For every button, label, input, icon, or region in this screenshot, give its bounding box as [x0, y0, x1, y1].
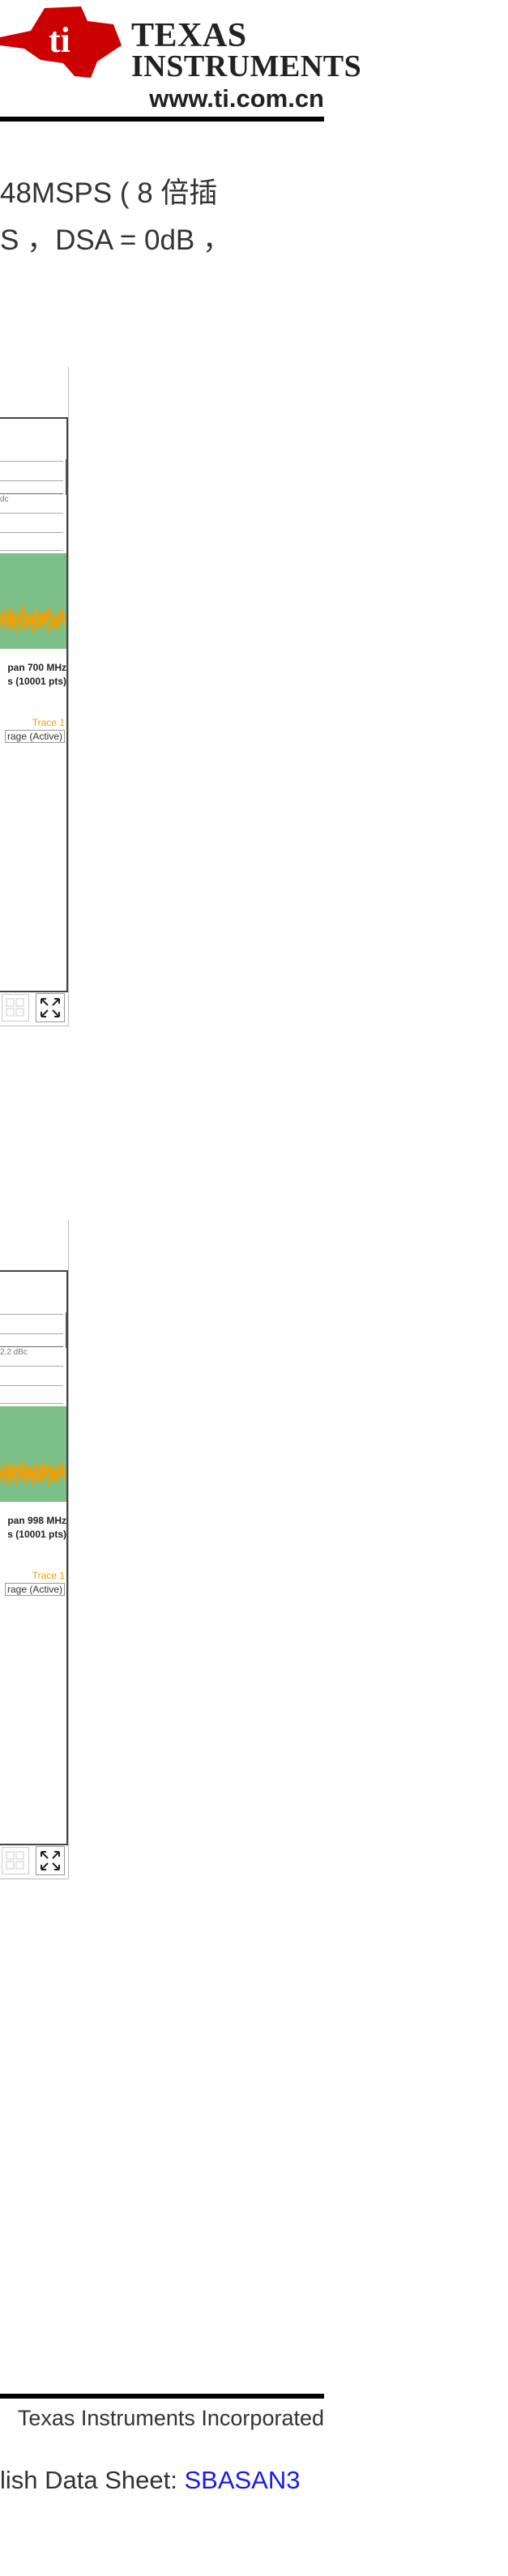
svg-text:ti: ti: [49, 20, 70, 60]
ti-logo-icon: ti: [0, 6, 122, 78]
copyright-text: Texas Instruments Incorporated: [17, 2406, 324, 2430]
span-label: pan 700 MHz: [7, 662, 66, 673]
averaging-status: rage (Active): [4, 1583, 65, 1596]
site-url-link[interactable]: www.ti.com.cn: [149, 84, 324, 113]
limit-line: [0, 1346, 63, 1347]
trace-legend: Trace 1: [32, 717, 65, 728]
gridline: [0, 480, 63, 481]
layout-grid-button[interactable]: [2, 994, 29, 1021]
expand-icon: [41, 998, 60, 1017]
noise-trace: [0, 606, 66, 634]
datasheet-link[interactable]: SBASAN3: [184, 2466, 300, 2494]
gridline: [0, 513, 63, 514]
noise-trace: [0, 1460, 66, 1487]
logo-instruments-text: INSTRUMENTS: [131, 49, 362, 83]
expand-button[interactable]: [36, 1846, 65, 1875]
gridline: [0, 1403, 63, 1404]
spectrum-plot-area: [0, 417, 68, 992]
gridline: [0, 1314, 63, 1315]
datasheet-prefix: lish Data Sheet:: [0, 2466, 185, 2494]
gridline: [0, 1333, 63, 1334]
layout-grid-icon: [6, 998, 24, 1017]
gridline: [0, 532, 63, 533]
points-label: s (10001 pts): [7, 1529, 66, 1540]
scope-titlebar: [0, 367, 68, 418]
layout-grid-icon: [6, 1851, 24, 1870]
gridline: [0, 1385, 63, 1386]
ti-logo: ti TEXAS INSTRUMENTS: [0, 6, 361, 83]
limit-line-label: dc: [0, 495, 9, 504]
reference-marker: [66, 459, 67, 495]
body-text-line-1: 48MSPS ( 8 倍插: [0, 177, 218, 209]
english-datasheet-line: lish Data Sheet: SBASAN3: [0, 2466, 300, 2495]
gridline: [0, 461, 63, 462]
footer-divider: [0, 2394, 324, 2399]
reference-marker: [66, 1312, 67, 1348]
layout-grid-button[interactable]: [2, 1847, 29, 1874]
gridline: [0, 1366, 63, 1367]
points-label: s (10001 pts): [7, 676, 66, 687]
span-label: pan 998 MHz: [7, 1515, 66, 1526]
body-text-line-2: S ，DSA = 0dB ，: [0, 224, 231, 256]
expand-button[interactable]: [36, 993, 65, 1022]
limit-line: [0, 493, 63, 494]
trace-legend: Trace 1: [32, 1570, 65, 1581]
expand-icon: [41, 1851, 60, 1870]
scope-titlebar: [0, 1220, 68, 1271]
header-divider: [0, 117, 324, 122]
gridline: [0, 550, 63, 551]
averaging-status: rage (Active): [4, 730, 65, 743]
limit-line-label: 2.2 dBc: [0, 1348, 28, 1357]
